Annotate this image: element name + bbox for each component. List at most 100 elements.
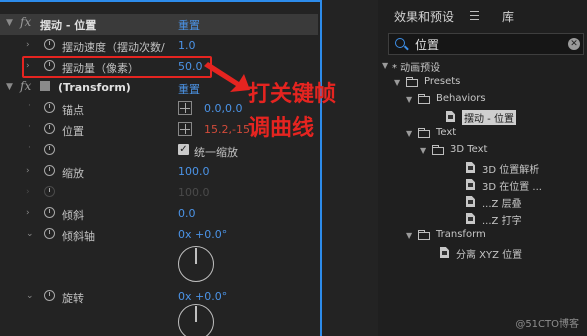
skew-value[interactable]: 0.0: [178, 207, 196, 220]
tab-effects-presets[interactable]: 效果和预设: [394, 8, 454, 25]
tree-label: Behaviors: [436, 93, 486, 104]
annotation-line1: 打关键帧: [248, 82, 337, 107]
scale-value[interactable]: 100.0: [178, 165, 210, 178]
stopwatch-icon[interactable]: [44, 207, 55, 218]
tree-label: 摆动 - 位置: [462, 110, 516, 125]
property-row: ⌄ 旋转 0x +0.0°: [0, 287, 318, 308]
tree-item[interactable]: 3D 在位置 ...: [378, 177, 587, 194]
collapse-triangle-icon[interactable]: ▼: [406, 95, 412, 104]
property-row: › 倾斜 0.0: [0, 204, 318, 225]
collapse-triangle-icon[interactable]: ▼: [6, 82, 13, 92]
clear-search-icon[interactable]: ✕: [568, 38, 580, 50]
tree-item[interactable]: ...Z 层叠: [378, 194, 587, 211]
scale-label: 缩放: [62, 167, 84, 180]
collapse-triangle-icon[interactable]: ⌄: [26, 291, 34, 301]
bullet-icon: ·: [28, 122, 31, 132]
skew-axis-label: 倾斜轴: [62, 230, 95, 243]
preset-file-icon: [466, 213, 475, 224]
preset-file-icon: [446, 111, 455, 122]
tree-label: 3D Text: [450, 144, 488, 155]
tree-label: 分离 XYZ 位置: [456, 250, 523, 261]
folder-icon: [406, 77, 418, 87]
stopwatch-icon[interactable]: [44, 39, 55, 50]
preset-file-icon: [440, 247, 449, 258]
search-field[interactable]: 位置 ✕: [388, 33, 584, 55]
tree-item[interactable]: ▼ Behaviors: [378, 92, 587, 109]
tree-label: * 动画预设: [392, 63, 441, 74]
tree-item[interactable]: ▼ Text: [378, 126, 587, 143]
tree-item[interactable]: 分离 XYZ 位置: [378, 245, 587, 262]
property-row: ⌄ 倾斜轴 0x +0.0°: [0, 225, 318, 246]
rotation-value[interactable]: 0x +0.0°: [178, 290, 227, 303]
tree-label: 3D 位置解析: [482, 165, 540, 176]
stopwatch-icon[interactable]: [44, 144, 55, 155]
stopwatch-icon[interactable]: [44, 123, 55, 134]
folder-icon: [418, 94, 430, 104]
transform-reset-link[interactable]: 重置: [178, 81, 200, 97]
tree-item[interactable]: ▼ 3D Text: [378, 143, 587, 160]
preset-file-icon: [466, 179, 475, 190]
fx-icon[interactable]: fx: [20, 79, 31, 93]
effect-header-row[interactable]: ▼ fx 摆动 - 位置 重置: [0, 14, 318, 35]
anchor-label: 锚点: [62, 104, 84, 117]
skew-axis-dial[interactable]: [178, 246, 214, 282]
scale-height-value: 100.0: [178, 186, 210, 199]
rotation-label: 旋转: [62, 292, 84, 305]
collapse-triangle-icon[interactable]: ▼: [6, 18, 13, 28]
bullet-icon: ·: [28, 143, 31, 153]
watermark: @51CTO博客: [515, 319, 579, 330]
wiggle-frequency-label: 摆动速度（摆动次数/: [62, 41, 165, 54]
search-icon: [395, 38, 405, 48]
collapse-triangle-icon[interactable]: ⌄: [26, 229, 34, 239]
collapse-triangle-icon[interactable]: ▼: [394, 78, 400, 87]
expand-triangle-icon[interactable]: ›: [26, 166, 30, 176]
position-value[interactable]: 15.2,-15: [204, 123, 250, 136]
point-crosshair-icon[interactable]: [178, 101, 192, 115]
tree-label: Presets: [424, 76, 461, 87]
tree-item-selected[interactable]: 摆动 - 位置: [378, 109, 587, 126]
preset-file-icon: [466, 162, 475, 173]
anchor-value[interactable]: 0.0,0.0: [204, 102, 242, 115]
collapse-triangle-icon[interactable]: ▼: [406, 231, 412, 240]
point-crosshair-icon[interactable]: [178, 122, 192, 136]
transform-effect-icon: [40, 81, 50, 91]
effect-reset-link[interactable]: 重置: [178, 17, 200, 33]
fx-icon[interactable]: fx: [20, 15, 31, 29]
tree-label: Text: [436, 127, 457, 138]
wiggle-frequency-value[interactable]: 1.0: [178, 39, 196, 52]
stopwatch-icon[interactable]: [44, 165, 55, 176]
tree-item[interactable]: 3D 位置解析: [378, 160, 587, 177]
collapse-triangle-icon[interactable]: ▼: [420, 146, 426, 155]
effect-controls-panel: ▼ fx 摆动 - 位置 重置 › 摆动速度（摆动次数/ 1.0 › 摆动量（像…: [0, 0, 322, 336]
tree-item[interactable]: ...Z 打字: [378, 211, 587, 228]
stopwatch-icon: [44, 186, 55, 197]
uniform-scale-checkbox[interactable]: ✓: [178, 144, 189, 155]
stopwatch-icon[interactable]: [44, 102, 55, 113]
property-row: › 100.0: [0, 183, 318, 204]
expand-triangle-icon[interactable]: ›: [26, 208, 30, 218]
tree-label: ...Z 层叠: [482, 199, 522, 210]
property-row: · ✓ 统一缩放: [0, 141, 318, 162]
tree-label: Transform: [436, 229, 486, 240]
search-input[interactable]: 位置: [415, 36, 439, 53]
stopwatch-icon[interactable]: [44, 290, 55, 301]
tree-item[interactable]: ▼ * 动画预设: [378, 58, 587, 75]
collapse-triangle-icon[interactable]: ▼: [382, 61, 388, 70]
tab-library[interactable]: 库: [502, 8, 514, 25]
transform-label: (Transform): [58, 81, 131, 94]
tree-item[interactable]: ▼ Transform: [378, 228, 587, 245]
uniform-scale-label: 统一缩放: [194, 146, 238, 159]
folder-icon: [418, 128, 430, 138]
tree-label: ...Z 打字: [482, 216, 522, 227]
stopwatch-icon[interactable]: [44, 228, 55, 239]
folder-icon: [432, 145, 444, 155]
tree-item[interactable]: ▼ Presets: [378, 75, 587, 92]
highlight-box: [22, 56, 212, 78]
expand-triangle-icon[interactable]: ›: [26, 40, 30, 50]
skew-axis-value[interactable]: 0x +0.0°: [178, 228, 227, 241]
rotation-dial[interactable]: [178, 304, 214, 336]
annotation-line2: 调曲线: [248, 116, 315, 141]
collapse-triangle-icon[interactable]: ▼: [406, 129, 412, 138]
panel-menu-icon[interactable]: [470, 11, 479, 20]
folder-icon: [418, 230, 430, 240]
